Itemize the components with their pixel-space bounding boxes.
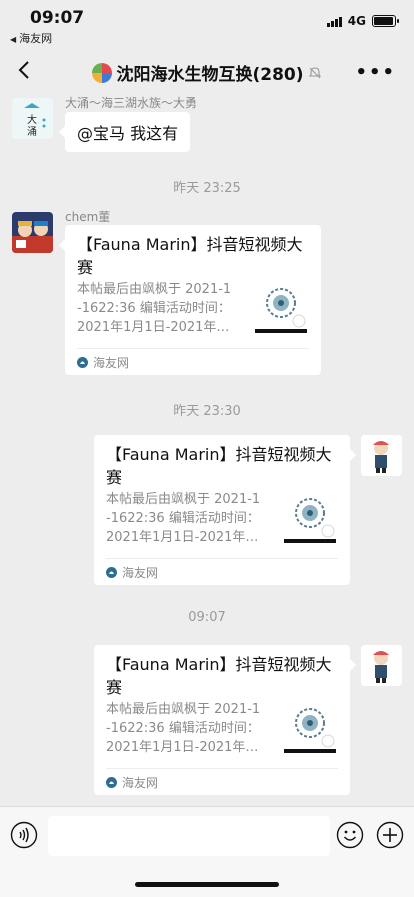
- card-source: 海友网: [77, 354, 129, 371]
- status-time: 09:07: [30, 8, 85, 28]
- card-thumbnail: [284, 708, 336, 753]
- back-to-app-link[interactable]: ◀ 海友网: [10, 30, 52, 46]
- card-source: 海友网: [106, 774, 158, 791]
- message-input[interactable]: [48, 816, 330, 856]
- svg-text:涌: 涌: [27, 126, 37, 138]
- message-list[interactable]: 大 涌 大涌～海三湖水族～大勇 @宝马 我这有 昨天 23:25 chem董 【…: [0, 94, 414, 806]
- input-bar: [0, 806, 414, 897]
- card-divider: [77, 348, 309, 349]
- timestamp: 09:07: [188, 610, 226, 625]
- network-label: 4G: [347, 14, 366, 28]
- avatar[interactable]: [361, 435, 402, 476]
- back-app-label: 海友网: [19, 32, 53, 45]
- card-divider: [106, 558, 338, 559]
- battery-level: [374, 17, 393, 25]
- card-description: 本帖最后由飒枫于 2021-1 -1622:36 编辑活动时间： 2021年1月…: [77, 282, 232, 335]
- emoji-icon[interactable]: [336, 821, 364, 849]
- card-source: 海友网: [106, 564, 158, 581]
- mute-icon: [308, 66, 321, 78]
- group-avatar-icon: [92, 62, 113, 83]
- source-logo-icon: [106, 567, 117, 578]
- sender-name: 大涌～海三湖水族～大勇: [65, 96, 198, 110]
- card-title: 【Fauna Marin】抖音短视频大赛: [77, 235, 303, 277]
- chat-title: 沈阳海水生物互换(280): [116, 65, 304, 85]
- timestamp: 昨天 23:30: [173, 404, 241, 419]
- card-divider: [106, 768, 338, 769]
- card-title: 【Fauna Marin】抖音短视频大赛: [106, 655, 332, 697]
- battery-icon: [372, 15, 399, 27]
- card-thumbnail: [255, 288, 307, 333]
- link-card[interactable]: 【Fauna Marin】抖音短视频大赛 本帖最后由飒枫于 2021-1 -16…: [94, 645, 356, 795]
- more-icon[interactable]: •••: [355, 62, 396, 83]
- avatar[interactable]: 大 涌: [12, 98, 53, 139]
- text-message-bubble[interactable]: @宝马 我这有: [58, 112, 191, 152]
- status-indicators: 4G: [326, 14, 399, 28]
- source-logo-icon: [77, 357, 88, 368]
- back-triangle-icon: ◀: [10, 35, 17, 44]
- plus-icon[interactable]: [376, 821, 404, 849]
- signal-icon: [326, 16, 342, 27]
- timestamp: 昨天 23:25: [173, 181, 241, 196]
- card-description: 本帖最后由飒枫于 2021-1 -1622:36 编辑活动时间： 2021年1月…: [106, 492, 261, 545]
- chat-title-group: 沈阳海水生物互换(280): [0, 60, 414, 85]
- source-logo-icon: [106, 777, 117, 788]
- chat-header: 沈阳海水生物互换(280) •••: [0, 48, 414, 94]
- home-indicator[interactable]: [135, 882, 279, 887]
- avatar[interactable]: [361, 645, 402, 686]
- card-thumbnail: [284, 498, 336, 543]
- card-description: 本帖最后由飒枫于 2021-1 -1622:36 编辑活动时间： 2021年1月…: [106, 702, 261, 755]
- card-title: 【Fauna Marin】抖音短视频大赛: [106, 445, 332, 487]
- sender-name: chem董: [65, 210, 111, 224]
- avatar[interactable]: [12, 212, 53, 253]
- link-card[interactable]: 【Fauna Marin】抖音短视频大赛 本帖最后由飒枫于 2021-1 -16…: [59, 225, 321, 375]
- voice-icon[interactable]: [10, 821, 38, 849]
- link-card[interactable]: 【Fauna Marin】抖音短视频大赛 本帖最后由飒枫于 2021-1 -16…: [94, 435, 356, 585]
- svg-text:大: 大: [27, 113, 37, 126]
- status-bar: 09:07 ◀ 海友网 4G: [0, 0, 414, 46]
